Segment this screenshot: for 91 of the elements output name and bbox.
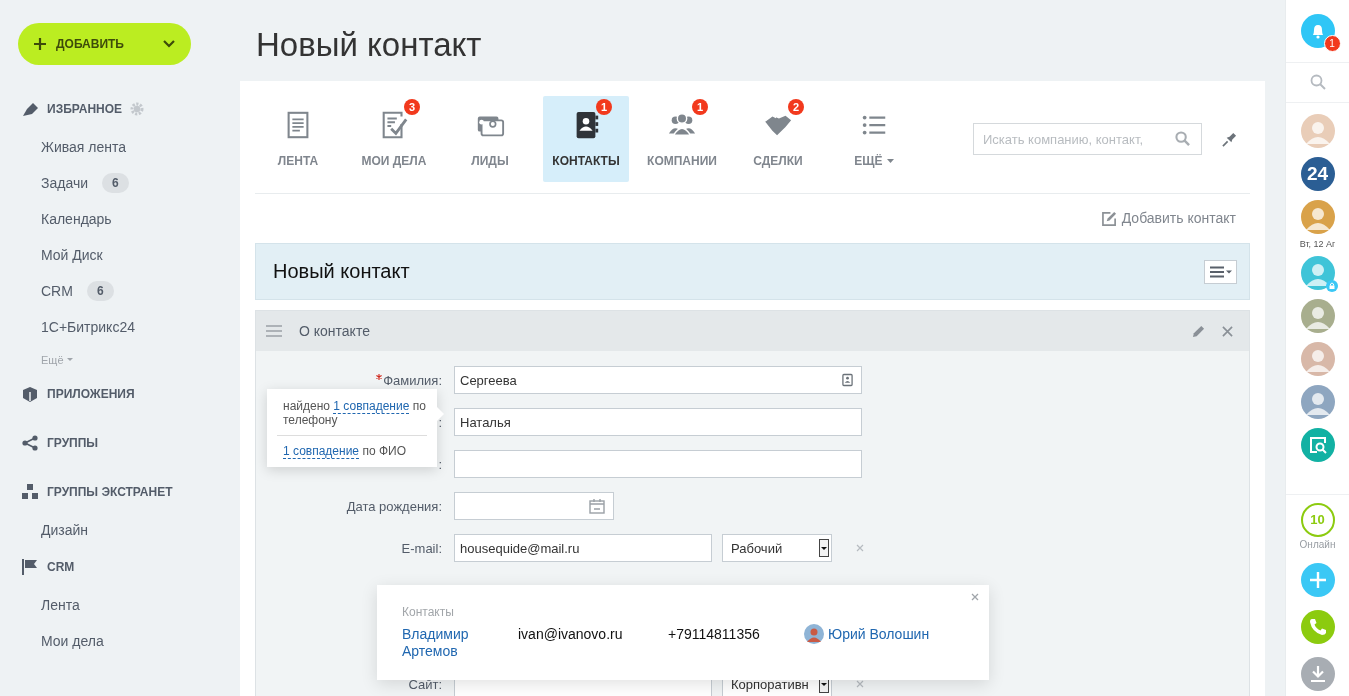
hint-text: 1 совпадение по ФИО xyxy=(283,444,407,458)
counter: 6 xyxy=(86,281,114,301)
field-label: Сайт: xyxy=(408,676,442,692)
settings-icon[interactable] xyxy=(130,102,145,116)
blocks-icon xyxy=(21,483,39,501)
search-icon[interactable] xyxy=(1175,131,1190,146)
tab[interactable]: ЕЩЁ xyxy=(831,96,917,182)
type-select[interactable]: Рабочий xyxy=(722,534,832,562)
box-icon xyxy=(21,385,39,403)
online-label: Онлайн xyxy=(1299,539,1336,550)
field-label: Дата рождения: xyxy=(346,498,442,514)
counter-badge: 1 xyxy=(692,99,708,115)
chevron-down-icon xyxy=(163,40,175,48)
counter: 6 xyxy=(102,173,129,193)
sidebar-item[interactable]: Дизайн xyxy=(41,522,89,538)
counter-badge: 1 xyxy=(596,99,612,115)
contact-email: ivan@ivanovo.ru xyxy=(518,626,624,642)
tab[interactable]: 2 СДЕЛКИ xyxy=(735,96,821,182)
tab[interactable]: 1 КОНТАКТЫ xyxy=(543,96,629,182)
tab[interactable]: 1 КОМПАНИИ xyxy=(639,96,725,182)
menu-icon xyxy=(1209,265,1232,278)
drag-handle-icon[interactable] xyxy=(266,325,282,337)
field-label: Фамилия: xyxy=(383,372,442,388)
menu-button[interactable] xyxy=(1204,259,1237,284)
phone-icon[interactable] xyxy=(1300,610,1335,644)
tab[interactable]: 3 МОИ ДЕЛА xyxy=(351,96,437,182)
add-contact-link[interactable]: Добавить контакт xyxy=(1101,210,1236,226)
section-heading[interactable]: CRM xyxy=(47,560,75,574)
tab[interactable]: ЛЕНТА xyxy=(255,96,341,182)
plus-icon xyxy=(34,38,46,50)
hint-text: найдено 1 совпадение по телефону xyxy=(283,399,427,427)
date-label: Вт, 12 Аг xyxy=(1299,239,1336,249)
contact-name-link[interactable]: Владимир Артемов xyxy=(402,626,518,660)
card-title: Новый контакт xyxy=(273,260,410,283)
add-button[interactable]: ДОБАВИТЬ xyxy=(18,23,191,65)
section-heading[interactable]: ГРУППЫ ЭКСТРАНЕТ xyxy=(47,485,173,499)
sidebar-item[interactable]: Мои дела xyxy=(41,633,104,649)
caret-icon xyxy=(66,358,73,362)
flag-icon xyxy=(21,558,39,576)
sidebar-item[interactable]: 1С+Битрикс24 xyxy=(41,319,135,335)
sidebar-item[interactable]: Задачи xyxy=(41,175,88,191)
match-link[interactable]: 1 совпадение xyxy=(333,399,410,414)
input-field[interactable]: Сергеева xyxy=(454,366,862,394)
edit-icon xyxy=(1101,210,1117,226)
sidebar-item[interactable]: Живая лента xyxy=(41,139,126,155)
section-title: О контакте xyxy=(299,323,370,339)
pin-icon xyxy=(21,100,39,118)
input-field[interactable]: housequide@mail.ru xyxy=(454,534,712,562)
pin-icon[interactable] xyxy=(1222,131,1237,147)
search-document-icon[interactable] xyxy=(1300,428,1335,462)
sidebar-item[interactable]: Мой Диск xyxy=(41,247,103,263)
download-icon[interactable] xyxy=(1300,657,1335,691)
input-field[interactable]: Наталья xyxy=(454,408,862,436)
avatar[interactable] xyxy=(1300,256,1335,290)
avatar[interactable] xyxy=(1300,299,1335,333)
popup-heading: Контакты xyxy=(402,605,455,619)
notifications-button[interactable] xyxy=(1300,14,1335,48)
field-label: E-mail: xyxy=(401,540,442,556)
section-heading[interactable]: ГРУППЫ xyxy=(47,436,99,450)
logo-button[interactable]: 24 xyxy=(1300,157,1335,191)
search-icon[interactable] xyxy=(1309,74,1326,90)
avatar[interactable] xyxy=(1300,385,1335,419)
contact-phone: +79114811356 xyxy=(668,626,761,642)
pencil-icon[interactable] xyxy=(1192,324,1205,338)
section-heading[interactable]: ИЗБРАННОЕ xyxy=(47,102,123,116)
avatar[interactable] xyxy=(1300,114,1335,148)
page-title: Новый контакт xyxy=(256,26,483,64)
user-link[interactable]: Юрий Волошин xyxy=(828,626,930,642)
avatar xyxy=(804,624,824,644)
close-icon[interactable] xyxy=(971,593,979,601)
sidebar-item[interactable]: CRM xyxy=(41,283,73,299)
avatar[interactable] xyxy=(1300,200,1335,234)
section-heading[interactable]: ПРИЛОЖЕНИЯ xyxy=(47,387,135,401)
sidebar-item[interactable]: Календарь xyxy=(41,211,112,227)
tab[interactable]: ЛИДЫ xyxy=(447,96,533,182)
share-icon xyxy=(21,434,39,452)
contact-card-icon[interactable] xyxy=(842,373,853,387)
date-field[interactable] xyxy=(454,492,614,520)
input-field[interactable] xyxy=(454,450,862,478)
sidebar-item[interactable]: Лента xyxy=(41,597,80,613)
counter-badge: 3 xyxy=(404,99,420,115)
search-field[interactable]: Искать компанию, контакт, xyxy=(973,123,1202,155)
remove-icon[interactable] xyxy=(856,544,864,552)
counter-badge: 2 xyxy=(788,99,804,115)
close-icon[interactable] xyxy=(1222,325,1233,337)
field-label: : xyxy=(438,456,442,472)
plus-icon[interactable] xyxy=(1300,563,1335,597)
calendar-icon[interactable] xyxy=(589,498,605,514)
field-label: : xyxy=(438,414,442,430)
avatar[interactable] xyxy=(1300,342,1335,376)
match-link[interactable]: 1 совпадение xyxy=(283,444,360,459)
